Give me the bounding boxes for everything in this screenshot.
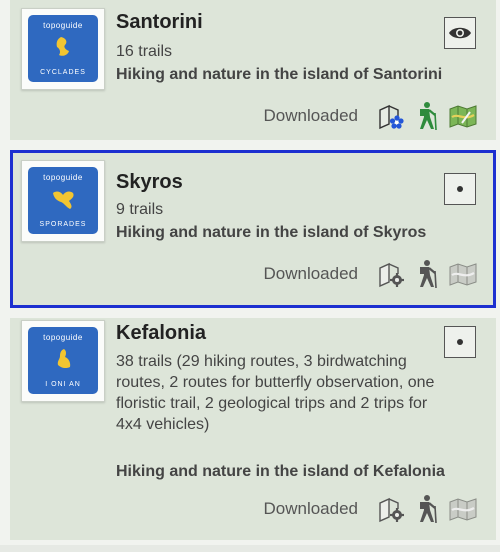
- guide-description: Hiking and nature in the island of Santo…: [116, 66, 443, 83]
- visibility-toggle[interactable]: [444, 326, 476, 358]
- visibility-toggle[interactable]: [444, 173, 476, 205]
- dot-icon: [457, 186, 463, 192]
- guide-list: topoguide CYCLADES Santorini 16 trails H…: [0, 0, 500, 552]
- guide-thumbnail[interactable]: topoguide CYCLADES: [21, 8, 105, 90]
- guide-logo: topoguide CYCLADES: [28, 15, 98, 82]
- guide-title: Kefalonia: [116, 322, 207, 344]
- map-icon[interactable]: [448, 494, 478, 524]
- flower-guide-icon[interactable]: [376, 101, 406, 131]
- guide-logo: topoguide I ONI AN: [28, 327, 98, 394]
- hiker-icon[interactable]: [412, 494, 442, 524]
- guide-card-kefalonia[interactable]: topoguide I ONI AN Kefalonia 38 trails (…: [10, 318, 496, 540]
- guide-thumbnail[interactable]: topoguide I ONI AN: [21, 320, 105, 402]
- guide-description: Hiking and nature in the island of Kefal…: [116, 463, 445, 480]
- download-status: Downloaded: [263, 499, 358, 518]
- guide-trail-count: 9 trails: [116, 201, 164, 218]
- guide-logo: topoguide SPORADES: [28, 167, 98, 234]
- guide-trail-count: 38 trails (29 hiking routes, 3 birdwatch…: [116, 353, 435, 433]
- island-skyros-icon: [53, 191, 74, 209]
- settings-guide-icon[interactable]: [376, 259, 406, 289]
- guide-card-skyros[interactable]: topoguide SPORADES Skyros 9 trails Hikin…: [10, 150, 496, 308]
- map-icon[interactable]: [448, 101, 478, 131]
- hiker-icon[interactable]: [412, 101, 442, 131]
- visibility-toggle[interactable]: [444, 17, 476, 49]
- guide-thumbnail[interactable]: topoguide SPORADES: [21, 160, 105, 242]
- map-icon[interactable]: [448, 259, 478, 289]
- status-row: Downloaded: [263, 259, 478, 289]
- eye-icon: [449, 27, 471, 39]
- status-row: Downloaded: [263, 101, 478, 131]
- guide-card-santorini[interactable]: topoguide CYCLADES Santorini 16 trails H…: [10, 0, 496, 140]
- guide-title: Skyros: [116, 171, 183, 193]
- download-status: Downloaded: [263, 264, 358, 283]
- dot-icon: [457, 339, 463, 345]
- next-card-edge: [0, 545, 500, 552]
- download-status: Downloaded: [263, 106, 358, 125]
- hiker-icon[interactable]: [412, 259, 442, 289]
- guide-trail-count: 16 trails: [116, 43, 173, 60]
- guide-title: Santorini: [116, 11, 203, 33]
- guide-description: Hiking and nature in the island of Skyro…: [116, 224, 427, 241]
- status-row: Downloaded: [263, 494, 478, 524]
- island-santorini-icon: [56, 37, 69, 56]
- settings-guide-icon[interactable]: [376, 494, 406, 524]
- island-kefalonia-icon: [57, 349, 71, 369]
